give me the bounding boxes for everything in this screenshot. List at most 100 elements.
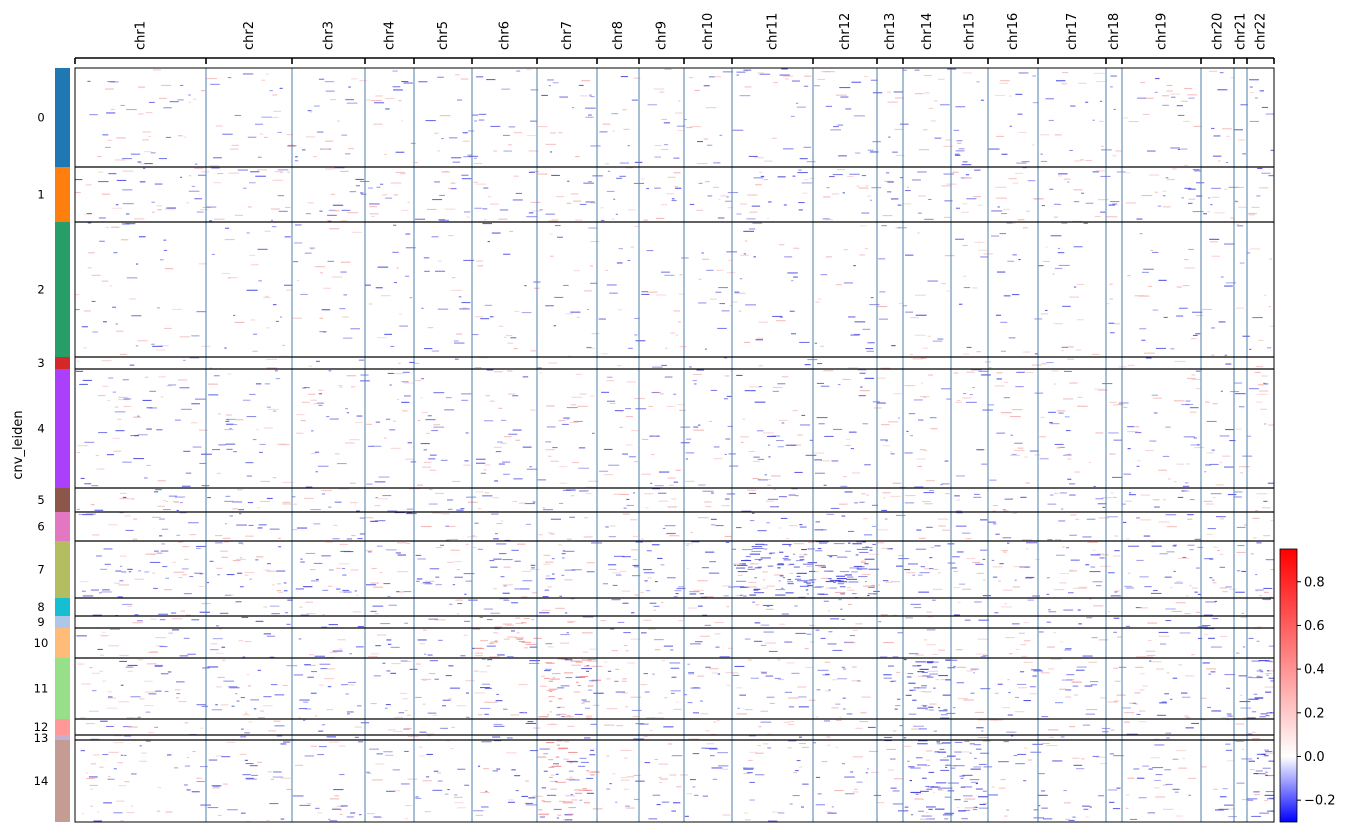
heatmap-cell-mark: [1012, 586, 1020, 588]
chromosome-label: chr8: [611, 21, 626, 50]
heatmap-cell-mark: [566, 760, 578, 762]
heatmap-cell-mark: [881, 509, 887, 511]
heatmap-cell-mark: [669, 774, 677, 776]
heatmap-cell-mark: [1263, 755, 1268, 757]
heatmap-cell-mark: [713, 458, 723, 460]
heatmap-cell-mark: [831, 707, 839, 709]
heatmap-cell-mark: [1147, 150, 1156, 152]
heatmap-cell-mark: [851, 680, 861, 682]
heatmap-cell-mark: [804, 179, 809, 181]
heatmap-cell-mark: [1269, 258, 1273, 260]
heatmap-cell-mark: [1166, 551, 1175, 553]
heatmap-cell-mark: [433, 392, 445, 394]
heatmap-cell-mark: [962, 795, 973, 797]
heatmap-cell-mark: [929, 709, 934, 711]
heatmap-cell-mark: [1224, 243, 1235, 245]
heatmap-cell-mark: [947, 562, 956, 564]
heatmap-cell-mark: [223, 783, 228, 785]
heatmap-cell-mark: [347, 713, 350, 715]
heatmap-cell-mark: [805, 589, 809, 591]
heatmap-cell-mark: [489, 560, 495, 562]
heatmap-cell-mark: [359, 80, 367, 82]
heatmap-cell-mark: [1067, 346, 1074, 348]
heatmap-cell-mark: [409, 668, 418, 670]
heatmap-cell-mark: [319, 317, 324, 319]
heatmap-cell-mark: [1136, 218, 1143, 220]
heatmap-cell-mark: [655, 217, 665, 219]
heatmap-cell-mark: [146, 464, 151, 466]
heatmap-cell-mark: [856, 568, 868, 570]
heatmap-cell-mark: [886, 172, 890, 174]
heatmap-cell-mark: [972, 287, 978, 289]
heatmap-cell-mark: [571, 396, 583, 398]
heatmap-cell-mark: [475, 814, 483, 816]
heatmap-cell-mark: [136, 263, 139, 265]
heatmap-cell-mark: [115, 330, 124, 332]
heatmap-cell-mark: [341, 684, 348, 686]
heatmap-cell-mark: [1172, 788, 1180, 790]
heatmap-cell-mark: [1187, 94, 1198, 96]
heatmap-cell-mark: [213, 182, 222, 184]
heatmap-cell-mark: [567, 813, 574, 815]
heatmap-cell-mark: [1128, 121, 1139, 123]
heatmap-cell-mark: [300, 558, 303, 560]
heatmap-cell-mark: [458, 296, 462, 298]
heatmap-cell-mark: [827, 610, 831, 612]
heatmap-cell-mark: [999, 233, 1006, 235]
heatmap-cell-mark: [908, 766, 915, 768]
heatmap-cell-mark: [464, 593, 467, 595]
heatmap-cell-mark: [658, 500, 668, 502]
heatmap-cell-mark: [480, 318, 490, 320]
heatmap-cell-mark: [585, 707, 590, 709]
heatmap-cell-mark: [1062, 546, 1065, 548]
heatmap-cell-mark: [303, 719, 306, 721]
heatmap-cell-mark: [418, 81, 428, 83]
heatmap-cell-mark: [556, 196, 564, 198]
heatmap-cell-mark: [908, 713, 917, 715]
heatmap-cell-mark: [1004, 603, 1007, 605]
heatmap-cell-mark: [869, 549, 873, 551]
heatmap-cell-mark: [1166, 737, 1170, 739]
heatmap-cell-mark: [137, 659, 144, 661]
heatmap-cell-mark: [101, 280, 109, 282]
heatmap-cell-mark: [744, 638, 751, 640]
heatmap-cell-mark: [271, 226, 277, 228]
heatmap-cell-mark: [1235, 723, 1245, 725]
heatmap-cell-mark: [235, 419, 244, 421]
heatmap-cell-mark: [1177, 148, 1181, 150]
heatmap-cell-mark: [97, 648, 103, 650]
heatmap-cell-mark: [503, 708, 508, 710]
heatmap-cell-mark: [331, 276, 343, 278]
heatmap-cell-mark: [1192, 169, 1200, 171]
heatmap-cell-mark: [1147, 812, 1156, 814]
heatmap-cell-mark: [495, 451, 502, 453]
heatmap-cell-mark: [657, 557, 663, 559]
heatmap-cell-mark: [1047, 729, 1059, 731]
heatmap-cell-mark: [1256, 493, 1268, 495]
heatmap-cell-mark: [1082, 536, 1092, 538]
heatmap-cell-mark: [1259, 716, 1266, 718]
heatmap-cell-mark: [354, 736, 359, 738]
heatmap-cell-mark: [118, 584, 129, 586]
heatmap-cell-mark: [955, 106, 966, 108]
heatmap-cell-mark: [1176, 815, 1184, 817]
heatmap-cell-mark: [375, 763, 385, 765]
heatmap-cell-mark: [319, 684, 324, 686]
heatmap-cell-mark: [527, 135, 536, 137]
heatmap-cell-mark: [1178, 307, 1188, 309]
heatmap-cell-mark: [1211, 710, 1222, 712]
heatmap-cell-mark: [1074, 471, 1081, 473]
heatmap-cell-mark: [1203, 213, 1207, 215]
heatmap-cell-mark: [162, 566, 168, 568]
heatmap-cell-mark: [332, 204, 344, 206]
heatmap-cell-mark: [567, 621, 574, 623]
heatmap-cell-mark: [1090, 681, 1099, 683]
heatmap-cell-mark: [743, 341, 751, 343]
heatmap-cell-mark: [899, 123, 909, 125]
heatmap-cell-mark: [292, 529, 298, 531]
heatmap-cell-mark: [449, 538, 459, 540]
heatmap-cell-mark: [760, 671, 767, 673]
heatmap-cell-mark: [390, 646, 400, 648]
heatmap-cell-mark: [586, 562, 595, 564]
heatmap-cell-mark: [225, 495, 231, 497]
